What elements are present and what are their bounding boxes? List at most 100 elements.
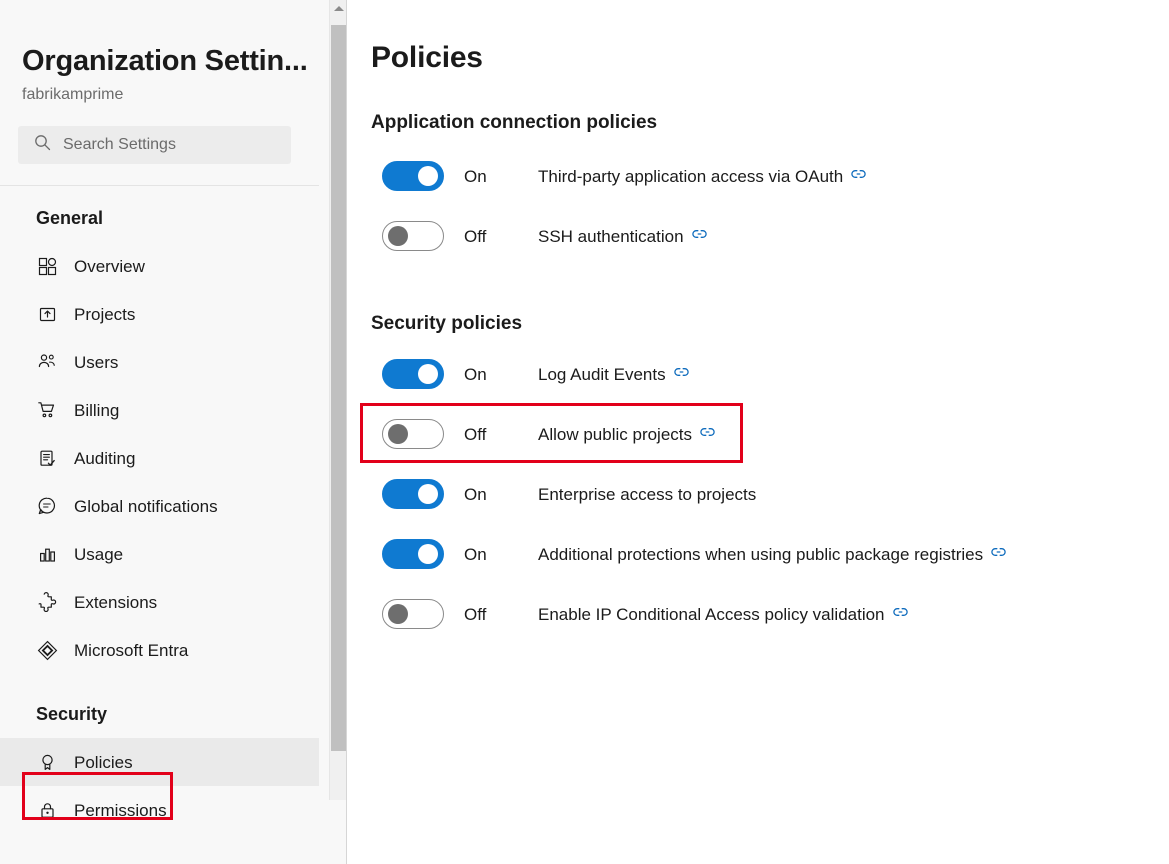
section-title-application-connection-policies: Application connection policies <box>371 111 1169 135</box>
policy-list-application-connection: On Third-party application access via OA… <box>371 146 1169 266</box>
policy-label-wrap: Enable IP Conditional Access policy vali… <box>538 604 908 625</box>
policy-state-label: Off <box>464 226 538 247</box>
toggle-knob <box>388 226 408 246</box>
policy-state-label: Off <box>464 424 538 445</box>
policy-row-third-party-oauth: On Third-party application access via OA… <box>371 146 1169 206</box>
search-settings-input[interactable]: Search Settings <box>18 126 291 164</box>
policy-row-allow-public-projects: Off Allow public projects <box>371 404 1169 464</box>
policy-row-log-audit-events: On Log Audit Events <box>371 344 1169 404</box>
policy-row-ssh-authentication: Off SSH authentication <box>371 206 1169 266</box>
policy-link-icon[interactable] <box>851 167 866 185</box>
policy-toggle-third-party-oauth[interactable] <box>382 161 444 191</box>
sidebar-scrollbar[interactable] <box>329 0 346 800</box>
toggle-knob <box>388 424 408 444</box>
policy-toggle-enable-ip-conditional-access[interactable] <box>382 599 444 629</box>
policies-ribbon-icon <box>36 751 58 773</box>
sidebar-item-permissions[interactable]: Permissions <box>0 786 319 834</box>
overview-icon <box>36 255 58 277</box>
toggle-knob <box>418 364 438 384</box>
policy-label: SSH authentication <box>538 226 684 247</box>
nav-list-security: Policies Permissions <box>0 738 319 834</box>
policy-label-wrap: Additional protections when using public… <box>538 544 1006 565</box>
sidebar-item-auditing[interactable]: Auditing <box>0 434 319 482</box>
policy-link-icon[interactable] <box>991 545 1006 563</box>
sidebar-item-label: Auditing <box>74 448 135 469</box>
sidebar-scroll-area: Organization Settin... fabrikamprime Sea… <box>0 0 319 864</box>
nav-list-general: Overview Projects <box>0 242 319 674</box>
sidebar-item-label: Projects <box>74 304 135 325</box>
sidebar-item-billing[interactable]: Billing <box>0 386 319 434</box>
policy-state-label: On <box>464 484 538 505</box>
policy-row-additional-protections-public-package-registries: On Additional protections when using pub… <box>371 524 1169 584</box>
policy-state-label: On <box>464 544 538 565</box>
toggle-knob <box>418 166 438 186</box>
policy-state-label: Off <box>464 604 538 625</box>
policy-link-icon[interactable] <box>692 227 707 245</box>
sidebar-item-label: Permissions <box>74 800 167 821</box>
organization-name: fabrikamprime <box>0 85 319 105</box>
sidebar-item-overview[interactable]: Overview <box>0 242 319 290</box>
policies-main-content: Policies Application connection policies… <box>347 0 1169 864</box>
organization-settings-page: Organization Settin... fabrikamprime Sea… <box>0 0 1169 864</box>
policy-toggle-log-audit-events[interactable] <box>382 359 444 389</box>
policy-toggle-additional-protections[interactable] <box>382 539 444 569</box>
scroll-up-button[interactable] <box>330 0 347 17</box>
scroll-up-arrow-icon <box>334 6 344 11</box>
billing-cart-icon <box>36 399 58 421</box>
auditing-clipboard-icon <box>36 447 58 469</box>
policy-toggle-ssh-authentication[interactable] <box>382 221 444 251</box>
sidebar-item-projects[interactable]: Projects <box>0 290 319 338</box>
policy-list-security: On Log Audit Events Off <box>371 344 1169 644</box>
sidebar-item-label: Microsoft Entra <box>74 640 188 661</box>
toggle-knob <box>388 604 408 624</box>
global-notifications-chat-icon <box>36 495 58 517</box>
policy-label: Third-party application access via OAuth <box>538 166 843 187</box>
policy-label-wrap: SSH authentication <box>538 226 707 247</box>
search-settings-placeholder: Search Settings <box>63 135 176 155</box>
sidebar-item-label: Billing <box>74 400 119 421</box>
policy-label: Log Audit Events <box>538 364 666 385</box>
sidebar-item-policies[interactable]: Policies <box>0 738 319 786</box>
toggle-knob <box>418 484 438 504</box>
permissions-lock-icon <box>36 799 58 821</box>
policy-label: Enable IP Conditional Access policy vali… <box>538 604 885 625</box>
extensions-puzzle-icon <box>36 591 58 613</box>
policy-link-icon[interactable] <box>700 425 715 443</box>
sidebar-item-label: Extensions <box>74 592 157 613</box>
policy-row-enable-ip-conditional-access: Off Enable IP Conditional Access policy … <box>371 584 1169 644</box>
policy-link-icon[interactable] <box>893 605 908 623</box>
section-title-security-policies: Security policies <box>371 312 1169 336</box>
sidebar-item-label: Users <box>74 352 118 373</box>
microsoft-entra-icon <box>36 639 58 661</box>
scrollbar-thumb[interactable] <box>331 25 346 751</box>
organization-title: Organization Settin... <box>0 44 319 78</box>
sidebar-item-label: Usage <box>74 544 123 565</box>
policy-state-label: On <box>464 364 538 385</box>
sidebar-item-label: Policies <box>74 752 133 773</box>
policy-label: Additional protections when using public… <box>538 544 983 565</box>
usage-bar-chart-icon <box>36 543 58 565</box>
nav-group-title-general: General <box>0 207 319 229</box>
policy-label: Enterprise access to projects <box>538 484 756 505</box>
toggle-knob <box>418 544 438 564</box>
policy-row-enterprise-access-to-projects: On Enterprise access to projects <box>371 464 1169 524</box>
policy-link-icon[interactable] <box>674 365 689 383</box>
policy-state-label: On <box>464 166 538 187</box>
sidebar-item-global-notifications[interactable]: Global notifications <box>0 482 319 530</box>
policy-label-wrap: Allow public projects <box>538 424 715 445</box>
sidebar-item-users[interactable]: Users <box>0 338 319 386</box>
policy-toggle-allow-public-projects[interactable] <box>382 419 444 449</box>
nav-group-title-security: Security <box>0 703 319 725</box>
policy-label: Allow public projects <box>538 424 692 445</box>
projects-icon <box>36 303 58 325</box>
page-title: Policies <box>371 40 1169 76</box>
sidebar-item-extensions[interactable]: Extensions <box>0 578 319 626</box>
search-icon <box>34 134 51 156</box>
sidebar-divider <box>0 185 319 186</box>
policy-toggle-enterprise-access-to-projects[interactable] <box>382 479 444 509</box>
policy-label-wrap: Third-party application access via OAuth <box>538 166 866 187</box>
policy-label-wrap: Log Audit Events <box>538 364 689 385</box>
policy-label-wrap: Enterprise access to projects <box>538 484 756 505</box>
sidebar-item-usage[interactable]: Usage <box>0 530 319 578</box>
sidebar-item-microsoft-entra[interactable]: Microsoft Entra <box>0 626 319 674</box>
